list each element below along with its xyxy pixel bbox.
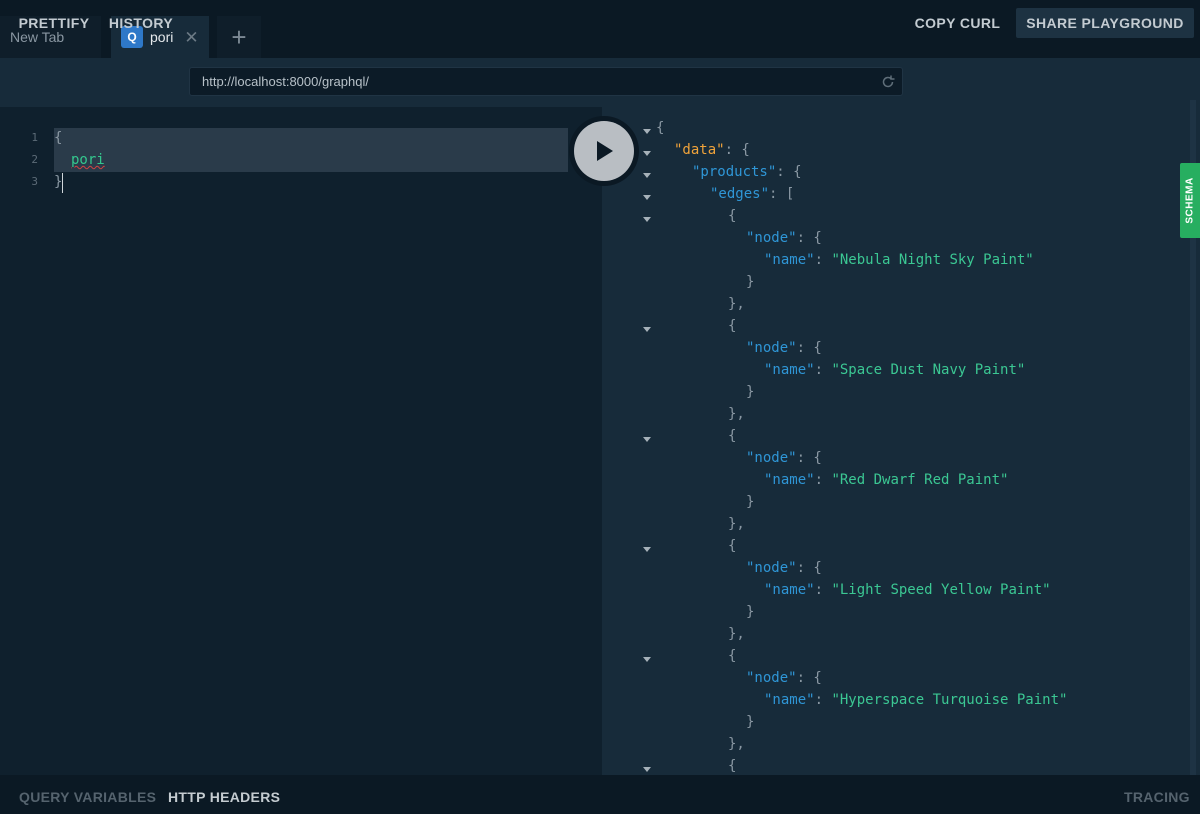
json-line: }	[746, 274, 755, 290]
selection-highlight	[54, 128, 568, 172]
json-string-value: "Space Dust Navy Paint"	[831, 362, 1026, 378]
json-key-name: "name"	[764, 692, 815, 708]
json-line: }	[746, 604, 755, 620]
play-icon	[597, 141, 613, 161]
json-line: }	[746, 384, 755, 400]
query-editor[interactable]	[0, 107, 602, 775]
history-button[interactable]: HISTORY	[100, 8, 182, 38]
endpoint-url-text: http://localhost:8000/graphql/	[202, 74, 369, 89]
query-field: pori	[71, 152, 105, 168]
json-string-value: "Red Dwarf Red Paint"	[831, 472, 1009, 488]
editor-line: {	[54, 130, 63, 146]
fold-arrow-icon[interactable]	[643, 767, 651, 772]
tracing-tab[interactable]: TRACING	[1124, 789, 1190, 805]
results-panel	[602, 107, 1200, 775]
json-line: {	[728, 318, 737, 334]
line-number: 3	[31, 175, 38, 188]
json-line: {	[656, 120, 665, 136]
json-line: {	[728, 428, 737, 444]
json-key-name: "name"	[764, 252, 815, 268]
json-line: },	[728, 516, 745, 532]
json-string-value: "Nebula Night Sky Paint"	[831, 252, 1034, 268]
json-key-node: "node"	[746, 230, 797, 246]
json-string-value: "Light Speed Yellow Paint"	[831, 582, 1051, 598]
execute-query-button[interactable]	[574, 121, 634, 181]
json-line: "name": "Red Dwarf Red Paint"	[764, 472, 1009, 488]
http-headers-tab[interactable]: HTTP HEADERS	[168, 789, 280, 805]
fold-arrow-icon[interactable]	[643, 327, 651, 332]
json-line: {	[728, 208, 737, 224]
json-line: {	[728, 758, 737, 774]
text-cursor	[62, 173, 63, 193]
json-line: {	[728, 538, 737, 554]
json-line: "name": "Hyperspace Turquoise Paint"	[764, 692, 1068, 708]
json-line: "name": "Nebula Night Sky Paint"	[764, 252, 1034, 268]
fold-arrow-icon[interactable]	[643, 173, 651, 178]
json-line: "node": {	[746, 560, 822, 576]
line-number: 2	[31, 153, 38, 166]
json-key-node: "node"	[746, 450, 797, 466]
reload-icon[interactable]	[880, 74, 896, 90]
copy-curl-button[interactable]: COPY CURL	[906, 8, 1009, 38]
json-line: "name": "Space Dust Navy Paint"	[764, 362, 1026, 378]
json-key-node: "node"	[746, 340, 797, 356]
json-line: },	[728, 736, 745, 752]
json-key-name: "name"	[764, 472, 815, 488]
json-line: "name": "Light Speed Yellow Paint"	[764, 582, 1051, 598]
query-variables-tab[interactable]: QUERY VARIABLES	[19, 789, 156, 805]
json-key-products: "products"	[692, 164, 777, 180]
plus-icon[interactable]: +	[217, 16, 261, 58]
json-line: "products": {	[692, 164, 802, 180]
json-line: },	[728, 626, 745, 642]
schema-tab[interactable]: SCHEMA	[1180, 163, 1200, 238]
fold-arrow-icon[interactable]	[643, 547, 651, 552]
json-line: "node": {	[746, 230, 822, 246]
json-line: {	[728, 648, 737, 664]
fold-arrow-icon[interactable]	[643, 129, 651, 134]
fold-arrow-icon[interactable]	[643, 151, 651, 156]
fold-arrow-icon[interactable]	[643, 195, 651, 200]
line-number: 1	[31, 131, 38, 144]
json-line: },	[728, 296, 745, 312]
editor-line: pori	[71, 152, 105, 168]
json-key-data: "data"	[674, 142, 725, 158]
json-string-value: "Hyperspace Turquoise Paint"	[831, 692, 1068, 708]
json-key-node: "node"	[746, 560, 797, 576]
share-playground-button[interactable]: SHARE PLAYGROUND	[1016, 8, 1194, 38]
fold-arrow-icon[interactable]	[643, 657, 651, 662]
schema-tab-label: SCHEMA	[1184, 177, 1196, 224]
json-line: "data": {	[674, 142, 750, 158]
fold-arrow-icon[interactable]	[643, 217, 651, 222]
json-line: "edges": [	[710, 186, 795, 202]
json-line: }	[746, 494, 755, 510]
json-key-name: "name"	[764, 362, 815, 378]
prettify-button[interactable]: PRETTIFY	[8, 8, 100, 38]
json-line: "node": {	[746, 670, 822, 686]
json-key-node: "node"	[746, 670, 797, 686]
execute-button-ring	[569, 116, 639, 186]
json-line: "node": {	[746, 450, 822, 466]
close-icon[interactable]: ✕	[184, 29, 198, 46]
endpoint-url-input[interactable]: http://localhost:8000/graphql/	[189, 67, 903, 96]
json-line: }	[746, 714, 755, 730]
json-key-edges: "edges"	[710, 186, 770, 202]
fold-arrow-icon[interactable]	[643, 437, 651, 442]
json-line: },	[728, 406, 745, 422]
json-line: "node": {	[746, 340, 822, 356]
json-key-name: "name"	[764, 582, 815, 598]
